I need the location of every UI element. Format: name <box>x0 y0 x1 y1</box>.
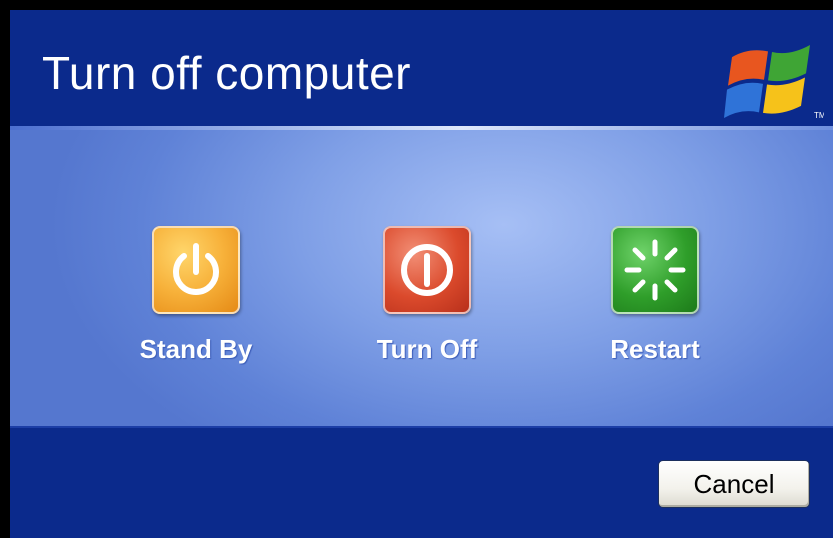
turn-off-button[interactable] <box>383 226 471 314</box>
power-off-icon <box>401 244 453 296</box>
restart-label: Restart <box>610 334 700 364</box>
restart-button[interactable] <box>611 226 699 314</box>
power-icon <box>173 243 219 295</box>
stand-by-option[interactable]: Stand By <box>116 226 276 365</box>
windows-logo-icon: TM <box>724 44 824 120</box>
restart-icon <box>624 239 686 301</box>
cancel-button[interactable]: Cancel <box>658 460 810 508</box>
stand-by-label: Stand By <box>139 334 253 364</box>
turn-off-dialog: Turn off computer TM Stand By Turn Off R… <box>10 10 833 538</box>
turn-off-option[interactable]: Turn Off <box>347 226 507 365</box>
stand-by-button[interactable] <box>152 226 240 314</box>
dialog-header: Turn off computer TM <box>10 10 833 126</box>
turn-off-label: Turn Off <box>376 334 478 364</box>
footer-separator <box>10 426 833 428</box>
dialog-title: Turn off computer <box>42 47 411 99</box>
trademark-mark: TM <box>814 111 824 120</box>
restart-option[interactable]: Restart <box>575 226 735 365</box>
